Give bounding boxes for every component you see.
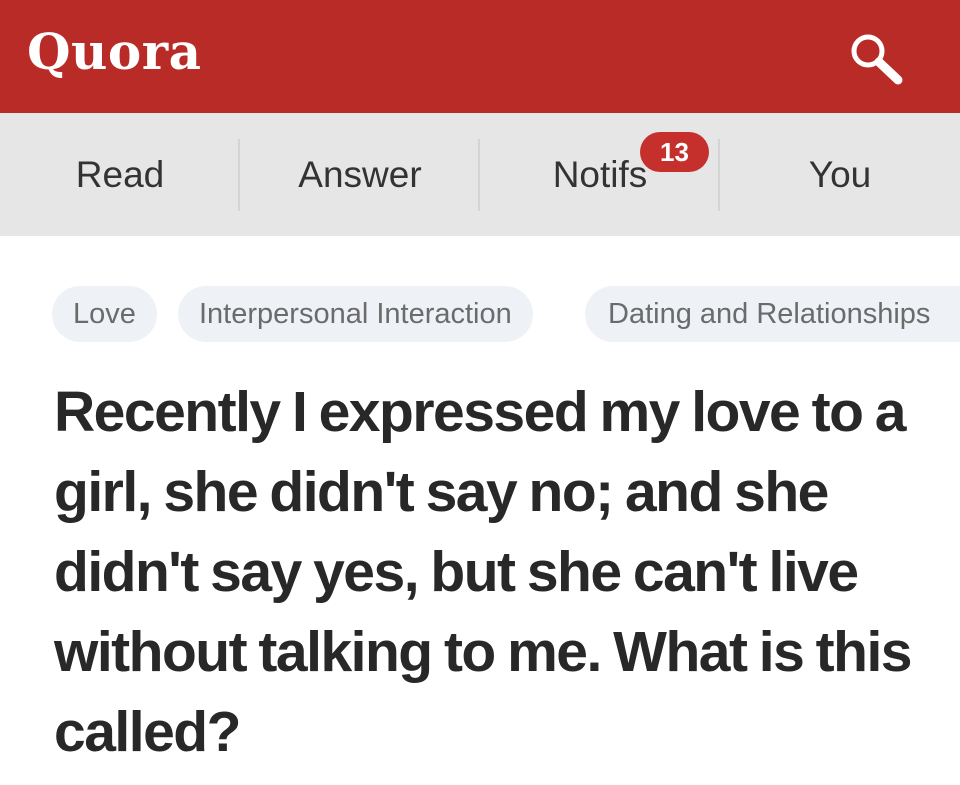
topic-chip-dating-and-relationships[interactable]: Dating and Relationships — [585, 286, 960, 342]
tab-bar: Read Answer Notifs You — [0, 113, 960, 236]
search-icon — [851, 34, 903, 85]
topic-chip-interpersonal-interaction[interactable]: Interpersonal Interaction — [178, 286, 533, 342]
tab-label: You — [808, 153, 872, 195]
tab-label: Answer — [298, 153, 422, 195]
tab-read[interactable]: Read — [0, 113, 240, 236]
notification-count-badge: 13 — [640, 132, 709, 172]
topic-list: Love Interpersonal Interaction Dating an… — [0, 236, 960, 366]
tab-label: Read — [75, 153, 165, 195]
tab-label: Notifs — [552, 153, 648, 195]
tab-answer[interactable]: Answer — [240, 113, 480, 236]
search-button[interactable] — [846, 30, 912, 90]
quora-logo[interactable]: Quora — [27, 20, 202, 84]
app-header: Quora — [0, 0, 960, 113]
topic-chip-love[interactable]: Love — [52, 286, 157, 342]
tab-you[interactable]: You — [720, 113, 960, 236]
question-title[interactable]: Recently I expressed my love to a girl, … — [54, 372, 924, 772]
